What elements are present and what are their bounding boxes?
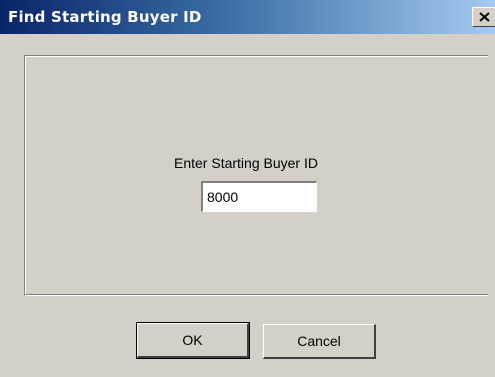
- group-panel-inner: [25, 56, 488, 295]
- find-buyer-dialog: Find Starting Buyer ID Enter Starting Bu…: [0, 0, 495, 377]
- ok-button[interactable]: OK: [136, 322, 250, 359]
- cancel-button[interactable]: Cancel: [263, 324, 376, 359]
- buyer-id-prompt-label: Enter Starting Buyer ID: [174, 155, 318, 171]
- window-title: Find Starting Buyer ID: [8, 8, 202, 26]
- group-panel: [24, 55, 488, 296]
- starting-buyer-id-input[interactable]: [201, 181, 317, 212]
- close-icon: [479, 12, 490, 22]
- title-bar[interactable]: Find Starting Buyer ID: [0, 0, 495, 34]
- close-button[interactable]: [472, 7, 495, 27]
